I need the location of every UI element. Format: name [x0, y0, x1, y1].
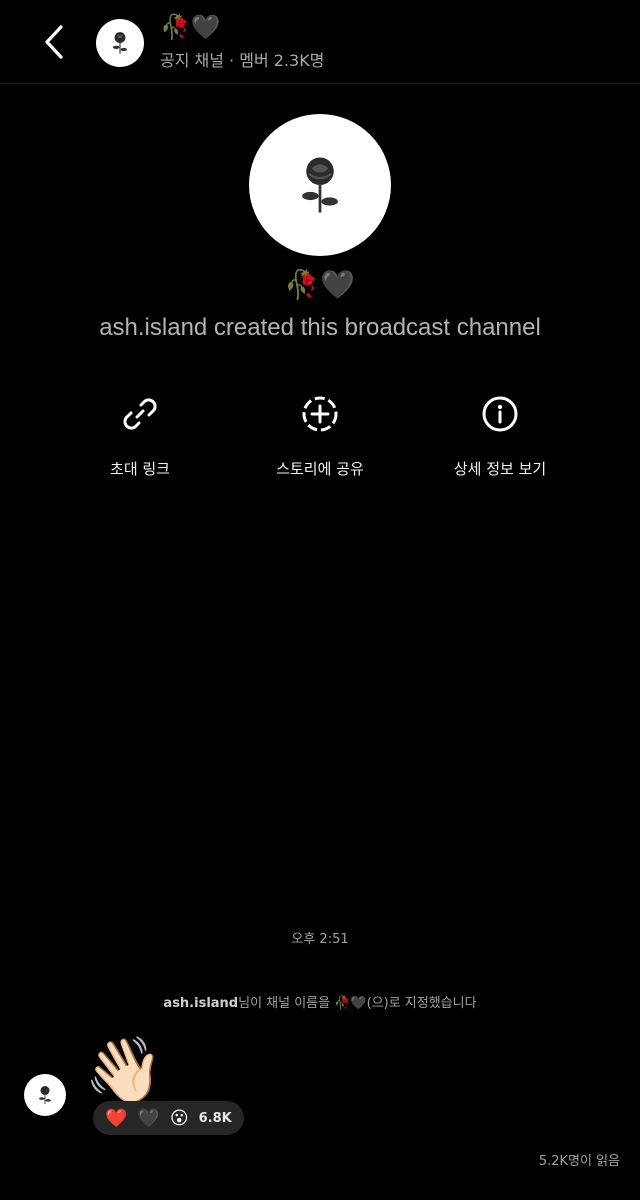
surprised-reaction: 😮 — [169, 1107, 189, 1129]
add-story-icon — [302, 396, 338, 432]
channel-subtitle: 공지 채널 · 멤버 2.3K명 — [160, 51, 325, 70]
info-icon — [482, 396, 518, 432]
reaction-count: 6.8K — [198, 1110, 232, 1126]
channel-name: 🥀🖤 — [284, 268, 356, 301]
rose-icon — [112, 32, 128, 54]
sender-avatar[interactable] — [24, 1074, 66, 1116]
heart-reaction: ❤️ — [105, 1107, 128, 1129]
view-details-button[interactable]: 상세 정보 보기 — [420, 392, 580, 479]
back-button[interactable] — [34, 22, 74, 62]
rose-icon — [39, 1086, 51, 1104]
channel-created-text: ash.island created this broadcast channe… — [99, 314, 541, 341]
system-message: ash.island님이 채널 이름을 🥀🖤(으)로 지정했습니다 — [0, 992, 640, 1011]
chevron-left-icon — [45, 25, 63, 59]
share-to-story-button[interactable]: 스토리에 공유 — [240, 392, 400, 479]
system-message-text: 님이 채널 이름을 🥀🖤(으)로 지정했습니다 — [238, 996, 477, 1011]
waving-hand-message[interactable]: 👋🏻 — [84, 1036, 164, 1106]
channel-profile-image — [249, 114, 391, 256]
share-to-story-label: 스토리에 공유 — [276, 460, 364, 478]
system-message-user[interactable]: ash.island — [163, 996, 238, 1011]
rose-icon — [302, 157, 338, 213]
invite-link-button[interactable]: 초대 링크 — [60, 392, 220, 479]
chat-header: 🥀🖤 공지 채널 · 멤버 2.3K명 — [0, 0, 640, 84]
view-details-label: 상세 정보 보기 — [453, 460, 547, 478]
read-receipt: 5.2K명이 읽음 — [538, 1154, 620, 1169]
channel-actions: 초대 링크 스토리에 공유 상세 정보 보기 — [0, 392, 640, 492]
reactions-bar[interactable]: ❤️ 🖤 😮 6.8K — [93, 1101, 244, 1135]
channel-title[interactable]: 🥀🖤 — [160, 12, 222, 42]
black-heart-reaction: 🖤 — [137, 1107, 160, 1129]
invite-link-label: 초대 링크 — [110, 460, 170, 478]
channel-avatar[interactable] — [96, 19, 144, 67]
link-icon — [123, 398, 157, 430]
message-timestamp: 오후 2:51 — [291, 932, 349, 947]
